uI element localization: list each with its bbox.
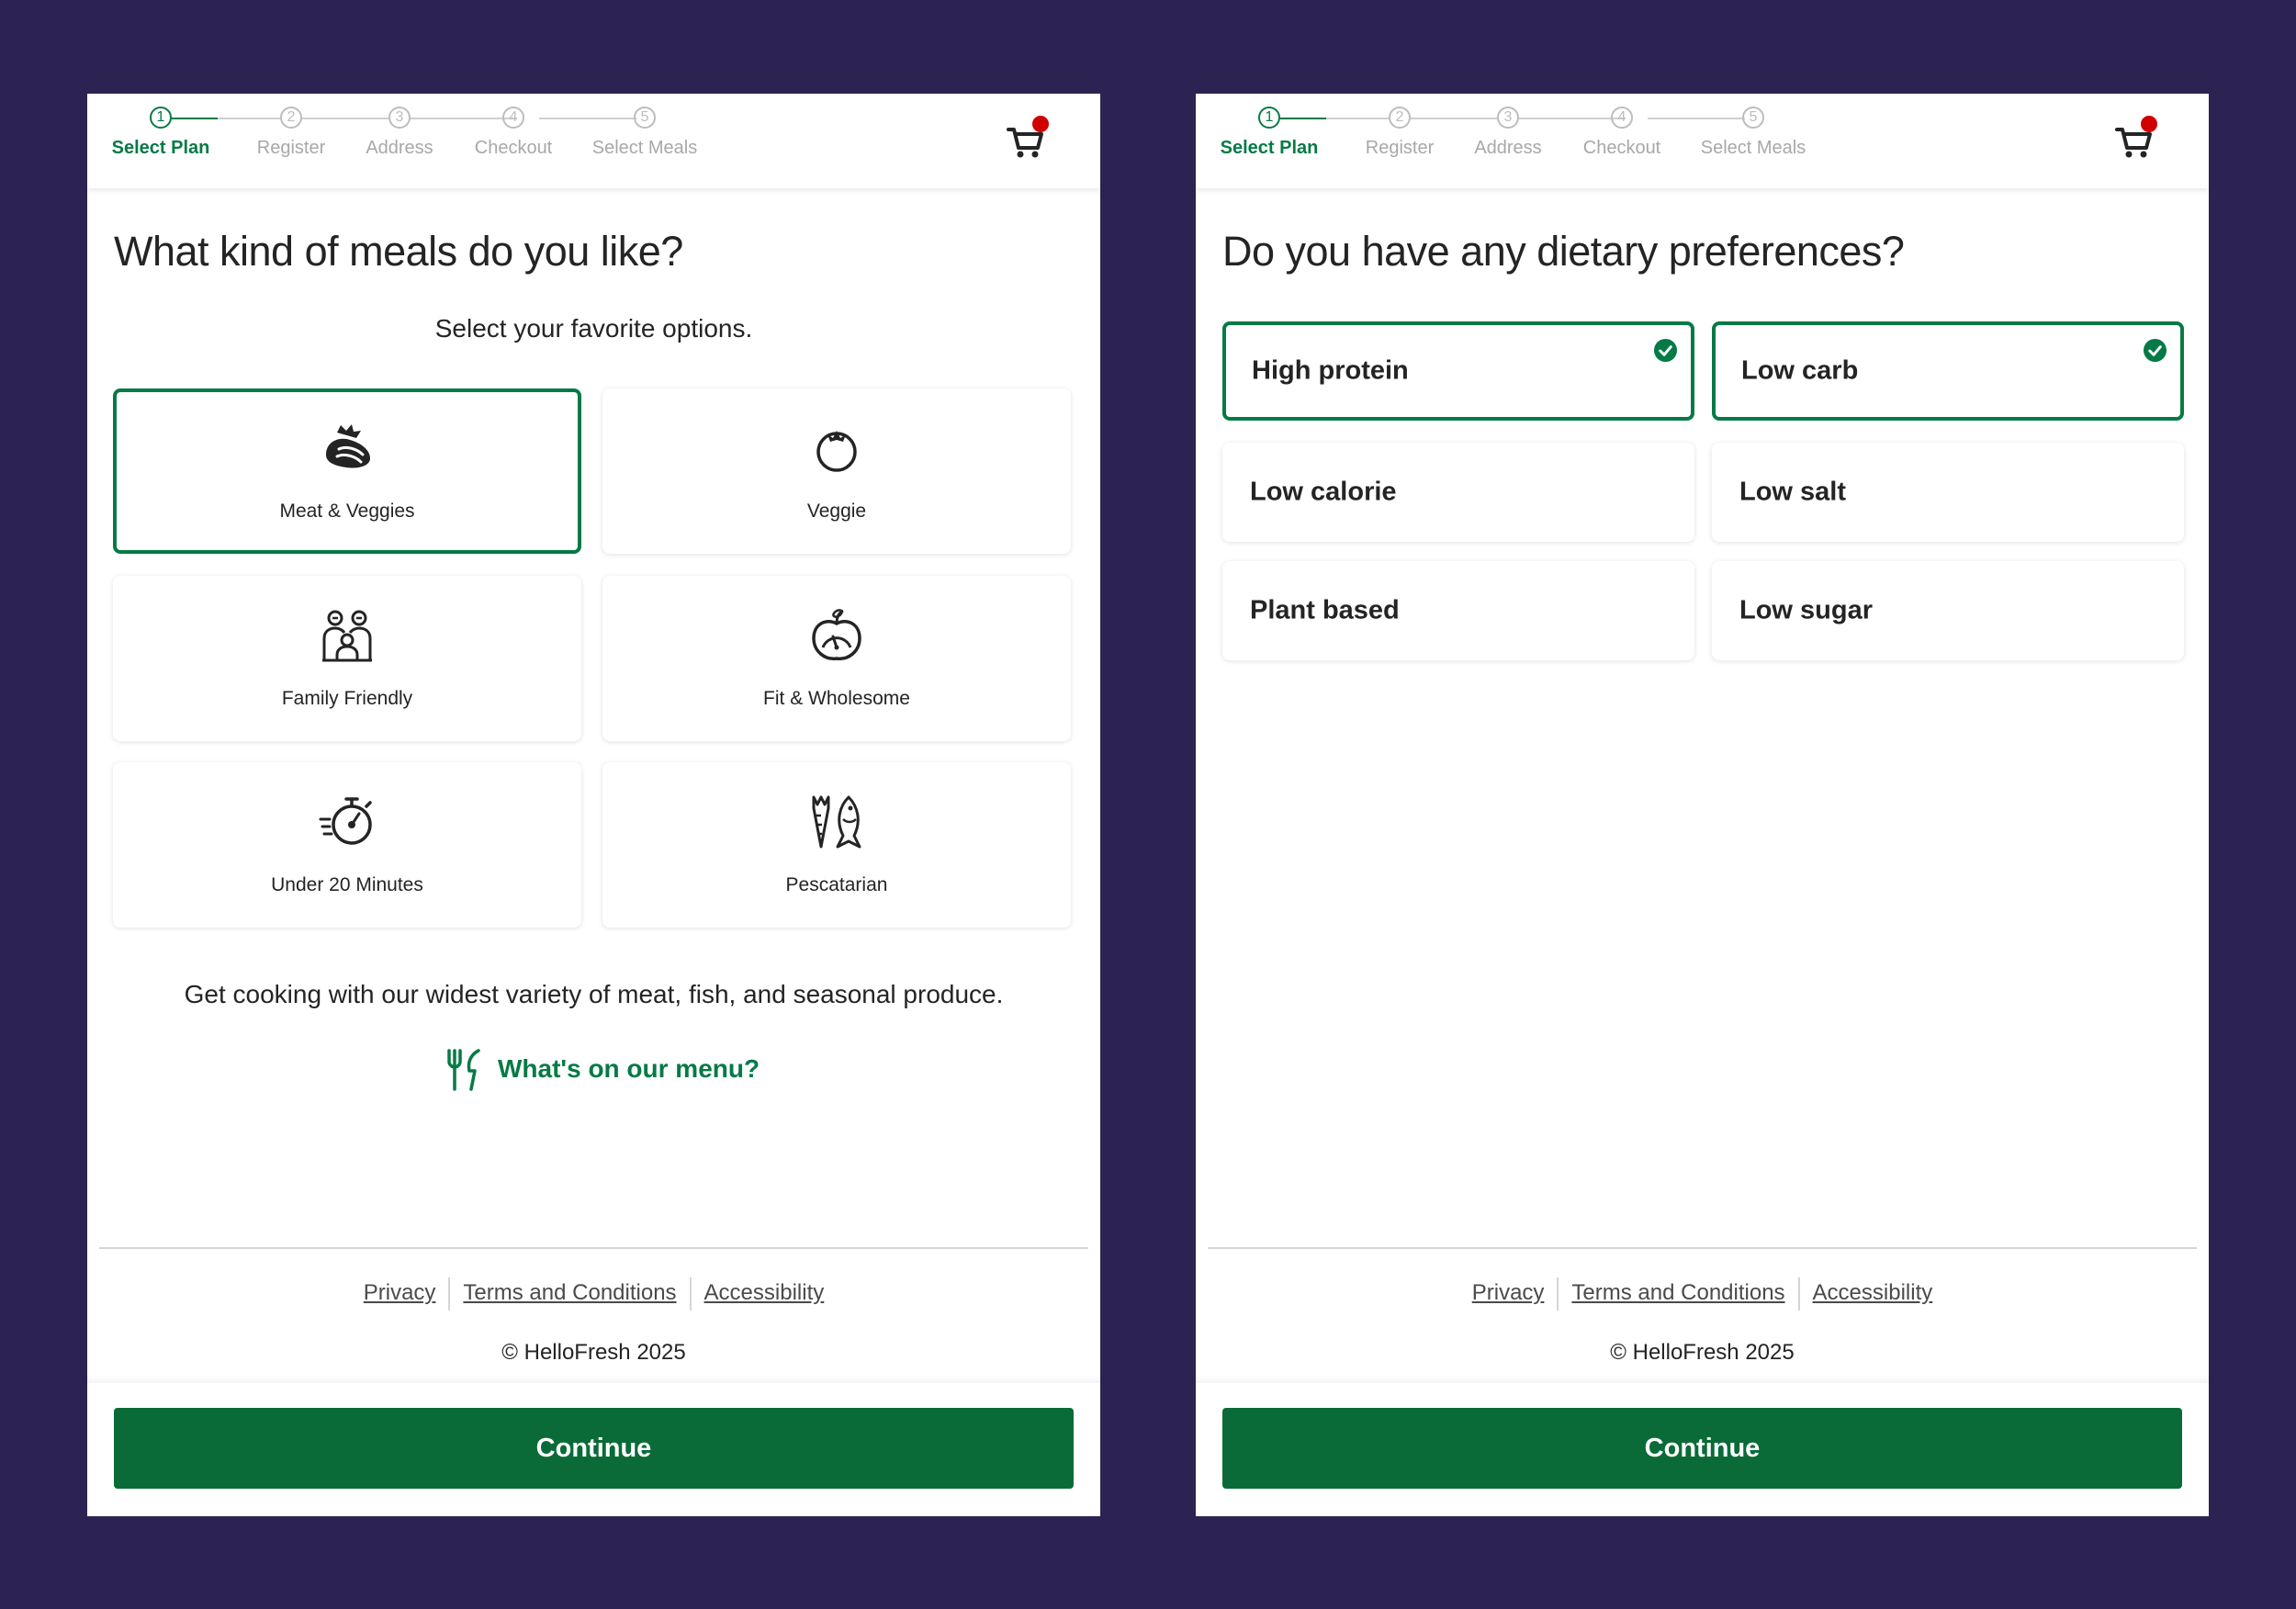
copyright-text: © HelloFresh 2025: [1610, 1340, 1795, 1365]
preference-low-calorie[interactable]: Low calorie: [1222, 443, 1694, 542]
step-label: Select Meals: [1700, 138, 1806, 158]
dietary-preferences-screen: 1 Select Plan 2 Register 3 Address 4 Che…: [1196, 94, 2209, 1516]
step-number: 5: [634, 107, 656, 129]
privacy-link[interactable]: Privacy: [351, 1280, 449, 1306]
step-label: Select Plan: [1220, 138, 1319, 158]
fork-knife-icon: [447, 1049, 480, 1091]
check-circle-icon: [2143, 338, 2167, 363]
preference-label: Low salt: [1739, 477, 1847, 507]
step-number: 2: [280, 107, 302, 129]
step-select-meals[interactable]: 5 Select Meals: [571, 107, 718, 159]
meal-option-pescatarian[interactable]: Pescatarian: [602, 762, 1071, 928]
page-title: What kind of meals do you like?: [114, 228, 683, 275]
meal-option-label: Meat & Veggies: [279, 501, 415, 522]
preference-plant-based[interactable]: Plant based: [1222, 561, 1694, 660]
carrot-fish-icon: [812, 795, 861, 849]
preference-label: High protein: [1252, 355, 1409, 386]
meal-option-veggie[interactable]: Veggie: [602, 388, 1071, 554]
terms-link[interactable]: Terms and Conditions: [1559, 1280, 1797, 1306]
step-checkout[interactable]: 4 Checkout: [440, 107, 587, 159]
step-label: Checkout: [1582, 138, 1661, 158]
step-select-meals[interactable]: 5 Select Meals: [1680, 107, 1827, 159]
cart-badge: [2141, 116, 2157, 132]
step-number: 3: [1497, 107, 1519, 129]
apple-scale-icon: [812, 609, 861, 660]
step-select-plan[interactable]: 1 Select Plan: [87, 107, 234, 159]
footer-links: Privacy Terms and Conditions Accessibility: [87, 1277, 1100, 1311]
accessibility-link[interactable]: Accessibility: [692, 1280, 838, 1306]
meal-option-label: Under 20 Minutes: [271, 874, 423, 895]
privacy-link[interactable]: Privacy: [1459, 1280, 1558, 1306]
family-icon: [322, 610, 372, 662]
preference-label: Low sugar: [1739, 595, 1874, 625]
footer-shade: [87, 1376, 1100, 1383]
step-select-plan[interactable]: 1 Select Plan: [1196, 107, 1343, 159]
meal-option-under-20-minutes[interactable]: Under 20 Minutes: [113, 762, 581, 928]
step-number: 1: [150, 107, 172, 129]
meal-option-label: Pescatarian: [785, 874, 888, 895]
page-title: Do you have any dietary preferences?: [1222, 228, 1905, 275]
check-circle-icon: [1653, 338, 1678, 363]
menu-link-label: What's on our menu?: [498, 1054, 760, 1083]
copyright-text: © HelloFresh 2025: [501, 1340, 686, 1365]
step-number: 3: [388, 107, 411, 129]
page-subtitle: Select your favorite options.: [434, 314, 753, 343]
plan-description: Get cooking with our widest variety of m…: [184, 980, 1004, 1008]
progress-header: 1 Select Plan 2 Register 3 Address 4 Che…: [1196, 94, 2209, 188]
preference-label: Plant based: [1250, 595, 1400, 625]
meal-option-label: Fit & Wholesome: [763, 688, 910, 709]
meal-option-label: Veggie: [806, 501, 867, 522]
step-number: 2: [1389, 107, 1411, 129]
step-label: Checkout: [474, 138, 553, 158]
continue-button[interactable]: Continue: [1222, 1408, 2182, 1489]
preference-label: Low calorie: [1250, 477, 1397, 507]
step-label: Select Plan: [111, 138, 210, 158]
footer-divider: [1208, 1247, 2197, 1249]
meat-veggies-icon: [326, 424, 370, 468]
step-label: Select Meals: [591, 138, 698, 158]
meal-option-meat-veggies[interactable]: Meat & Veggies: [113, 388, 581, 554]
meal-option-label: Family Friendly: [281, 688, 413, 709]
tomato-icon: [816, 431, 857, 472]
step-number: 5: [1742, 107, 1764, 129]
preference-label: Low carb: [1741, 355, 1859, 386]
preference-low-sugar[interactable]: Low sugar: [1712, 561, 2184, 660]
preference-low-salt[interactable]: Low salt: [1712, 443, 2184, 542]
meal-option-family-friendly[interactable]: Family Friendly: [113, 576, 581, 741]
step-number: 4: [1611, 107, 1633, 129]
footer-links: Privacy Terms and Conditions Accessibility: [1196, 1277, 2209, 1311]
progress-header: 1 Select Plan 2 Register 3 Address 4 Che…: [87, 94, 1100, 188]
step-number: 4: [502, 107, 524, 129]
step-checkout[interactable]: 4 Checkout: [1548, 107, 1695, 159]
meal-option-fit-wholesome[interactable]: Fit & Wholesome: [602, 576, 1071, 741]
step-number: 1: [1258, 107, 1280, 129]
accessibility-link[interactable]: Accessibility: [1800, 1280, 1946, 1306]
preference-high-protein[interactable]: High protein: [1222, 321, 1694, 421]
preference-low-carb[interactable]: Low carb: [1712, 321, 2184, 421]
footer-divider: [99, 1247, 1088, 1249]
footer-shade: [1196, 1376, 2209, 1383]
meal-type-screen: 1 Select Plan 2 Register 3 Address 4 Che…: [87, 94, 1100, 1516]
terms-link[interactable]: Terms and Conditions: [450, 1280, 689, 1306]
stopwatch-icon: [319, 797, 372, 845]
continue-button[interactable]: Continue: [114, 1408, 1074, 1489]
cart-badge: [1032, 116, 1049, 132]
